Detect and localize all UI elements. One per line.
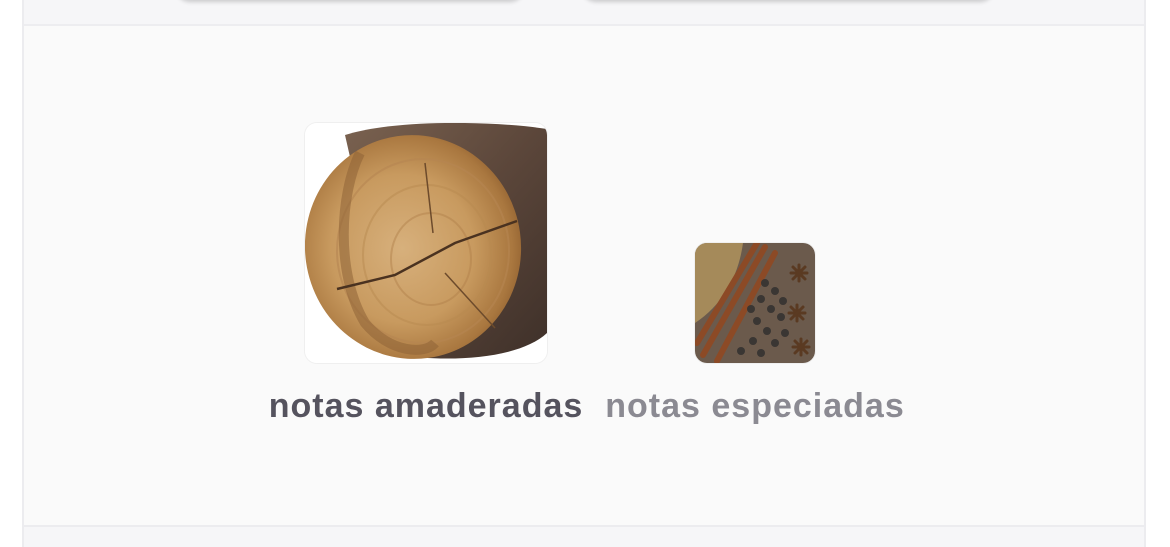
note-label-spicy: notas especiadas [605,387,905,425]
wood-log-icon [305,123,547,363]
page: notas amaderadas notas especiadas [0,0,1170,547]
bottom-divider [24,525,1144,547]
wood-log-image[interactable] [305,123,547,363]
panel-column: notas amaderadas notas especiadas [22,0,1146,547]
top-card-row [24,0,1144,26]
spices-image[interactable] [695,243,815,363]
note-label-woody: notas amaderadas [268,387,584,425]
note-option-woody[interactable]: notas amaderadas [269,123,582,426]
notes-selector: notas amaderadas notas especiadas [24,26,1144,526]
spices-icon [695,243,815,363]
note-option-spicy[interactable]: notas especiadas [605,243,904,426]
